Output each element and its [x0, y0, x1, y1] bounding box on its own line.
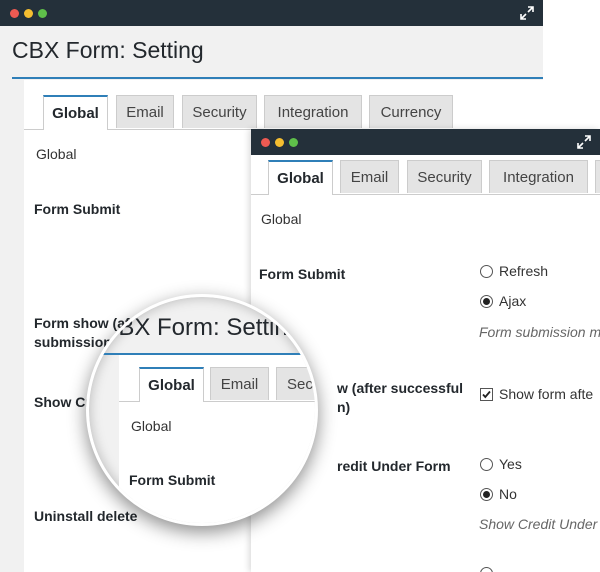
page-title: CBX Form: Setting	[12, 37, 204, 63]
magnified-tab-security[interactable]: Secur	[276, 367, 315, 400]
window-titlebar	[0, 0, 543, 26]
magnified-tab-global[interactable]: Global	[139, 367, 204, 402]
tab-integration[interactable]: Integration	[264, 95, 362, 128]
radio-ajax-label: Ajax	[499, 293, 527, 309]
magnified-tabs: Global Email Secur	[119, 367, 315, 402]
tab-currency-partial[interactable]	[595, 160, 600, 193]
radio-no-label: No	[499, 486, 517, 502]
close-window-button[interactable]	[261, 138, 270, 147]
radio-yes-label: Yes	[499, 456, 522, 472]
maximize-window-button[interactable]	[289, 138, 298, 147]
title-divider	[12, 77, 543, 79]
radio-refresh-label: Refresh	[499, 263, 549, 279]
tab-global[interactable]: Global	[268, 160, 333, 195]
form-show-label: w (after successful	[337, 380, 464, 396]
radio-no[interactable]	[480, 488, 493, 501]
show-credit-label: redit Under Form	[337, 458, 451, 474]
checkbox-icon	[482, 390, 491, 399]
tab-global[interactable]: Global	[43, 95, 108, 130]
close-window-button[interactable]	[10, 9, 19, 18]
magnified-section-heading: Global	[131, 418, 172, 434]
tab-email[interactable]: Email	[116, 95, 174, 128]
show-credit-hint: Show Credit Under F	[479, 516, 600, 532]
form-show-label-cont: n)	[337, 399, 351, 415]
settings-tabs: Global Email Security Integration Curren…	[24, 95, 543, 130]
settings-tabs: Global Email Security Integration	[251, 160, 600, 195]
form-submit-label: Form Submit	[34, 201, 121, 217]
tab-currency[interactable]: Currency	[369, 95, 453, 128]
window-titlebar	[251, 129, 600, 155]
minimize-window-button[interactable]	[24, 9, 33, 18]
section-heading: Global	[261, 211, 302, 227]
radio-refresh[interactable]	[480, 265, 493, 278]
minimize-window-button[interactable]	[275, 138, 284, 147]
expand-icon[interactable]	[519, 5, 535, 21]
show-form-checkbox[interactable]	[480, 388, 493, 401]
form-submit-label: Form Submit	[259, 266, 346, 282]
tab-security[interactable]: Security	[182, 95, 257, 128]
expand-icon[interactable]	[576, 134, 592, 150]
form-submit-hint: Form submission m	[479, 324, 600, 340]
magnifier-lens: CBX Form: Setting Global Email Secur Glo…	[86, 294, 318, 526]
magnified-tab-email[interactable]: Email	[210, 367, 269, 400]
radio-yes[interactable]	[480, 458, 493, 471]
magnified-page-title: CBX Form: Setting	[101, 314, 302, 341]
magnified-form-submit-label: Form Submit	[129, 472, 216, 488]
tab-email[interactable]: Email	[340, 160, 399, 193]
section-heading: Global	[36, 146, 77, 162]
radio-ajax[interactable]	[480, 295, 493, 308]
tab-security[interactable]: Security	[407, 160, 482, 193]
show-form-checkbox-label: Show form afte	[499, 386, 594, 402]
tab-integration[interactable]: Integration	[489, 160, 588, 193]
maximize-window-button[interactable]	[38, 9, 47, 18]
